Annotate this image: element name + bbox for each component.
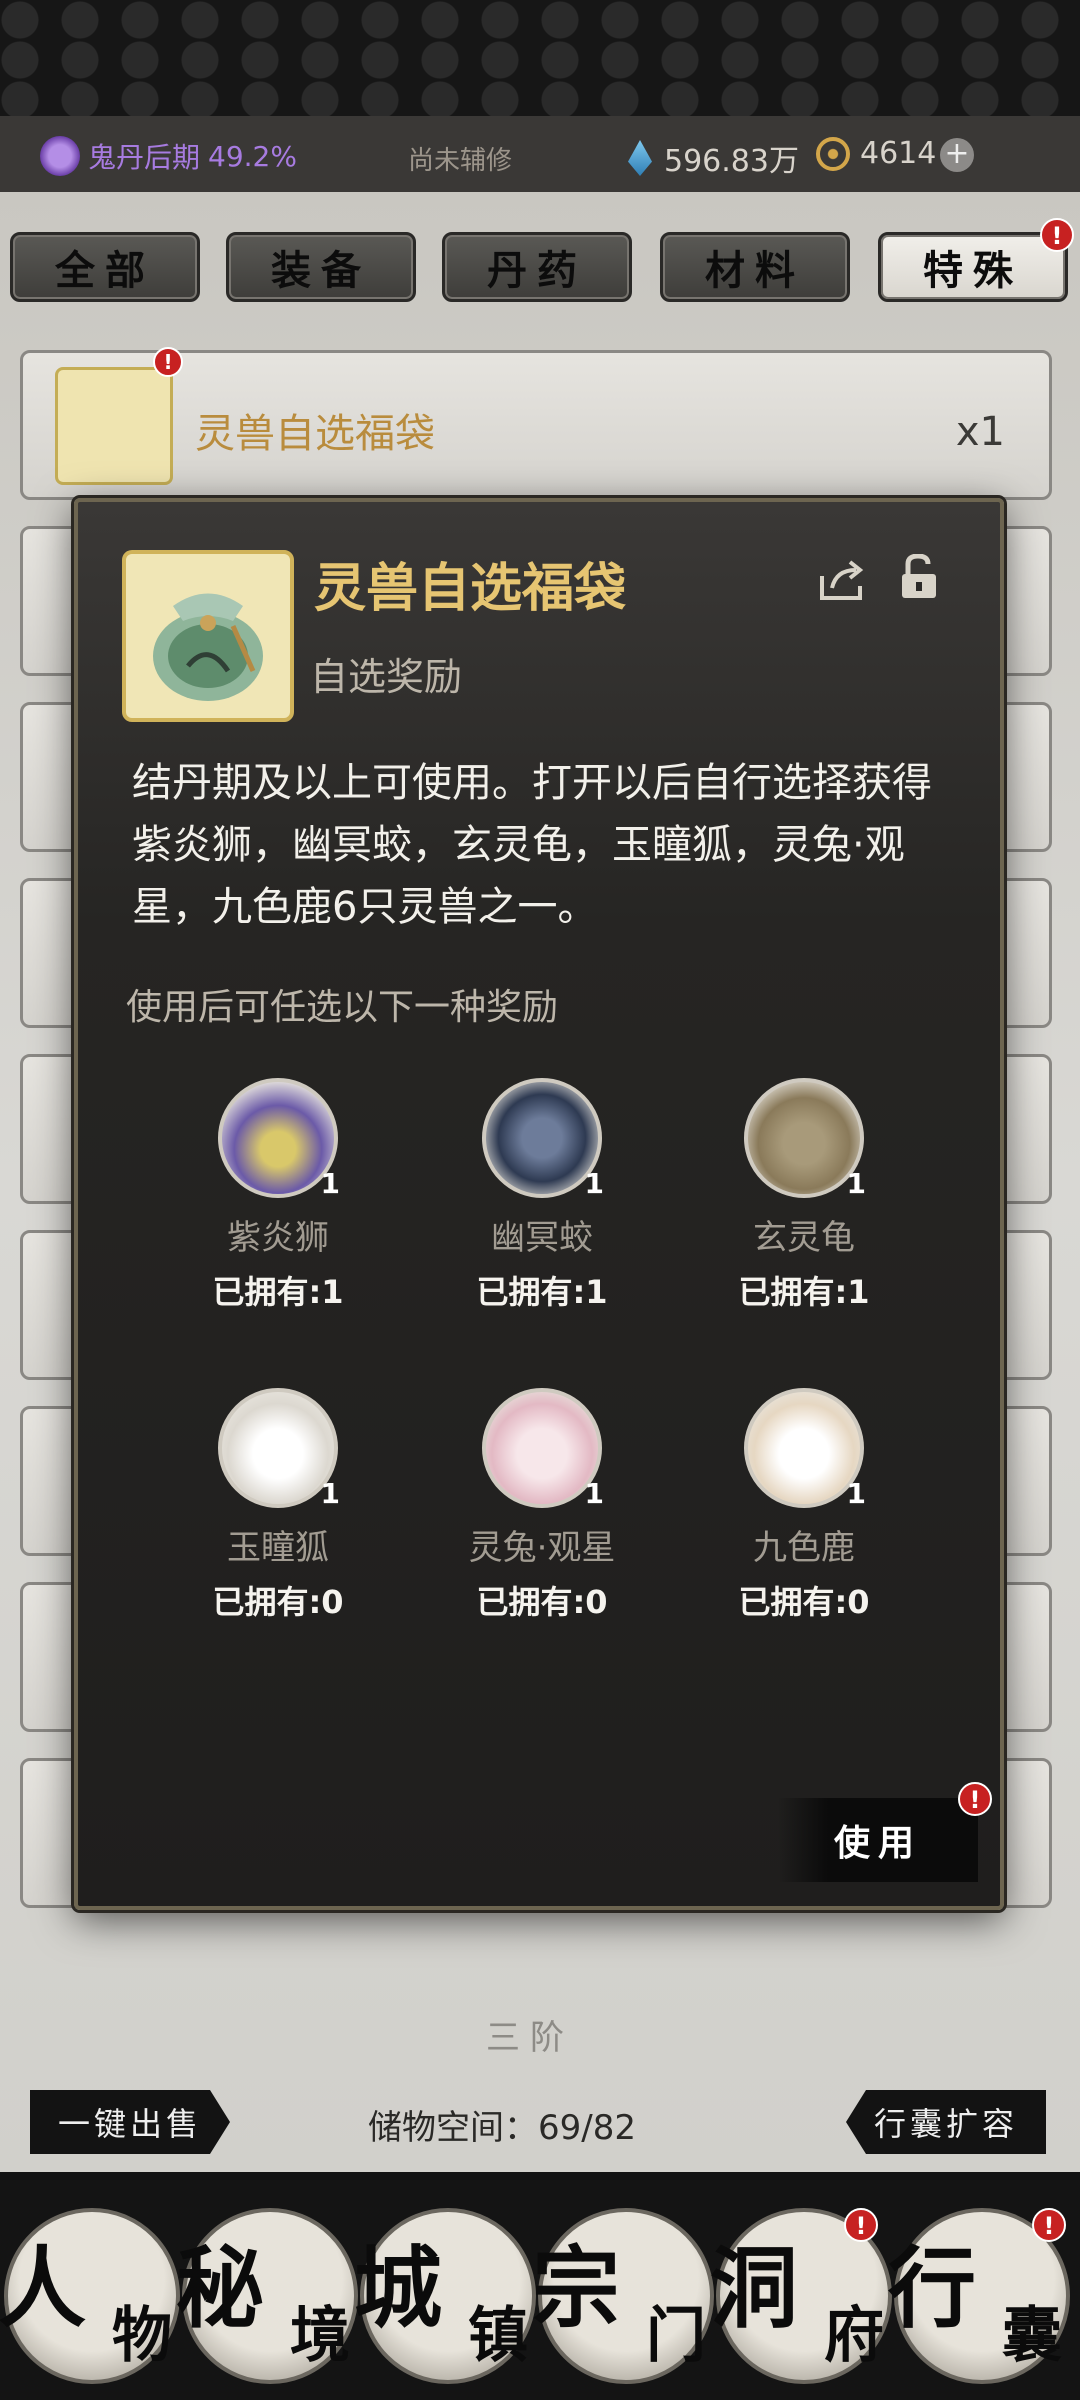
pet-owned: 已拥有:0 (476, 1583, 608, 1621)
lucky-bag-icon (122, 550, 294, 722)
mystic-turtle-avatar: 1 (744, 1078, 866, 1200)
nether-jiao-avatar: 1 (482, 1078, 604, 1200)
tab-special[interactable]: 特殊 (878, 232, 1068, 302)
reward-count: 1 (584, 1167, 604, 1200)
nav-label-main: 行 (888, 2236, 977, 2340)
cultivate-status[interactable]: 尚未辅修 (408, 140, 512, 177)
pet-name: 九色鹿 (753, 1528, 855, 1568)
item-name: 灵兽自选福袋 (195, 411, 435, 457)
nav-label-main: 秘 (176, 2236, 265, 2340)
modal-subtitle: 自选奖励 (310, 655, 463, 699)
tab-pills[interactable]: 丹药 (442, 232, 632, 302)
pet-owned: 已拥有:1 (738, 1273, 870, 1311)
reward-option[interactable]: 1 紫炎狮 已拥有:1 (178, 1078, 378, 1313)
purple-flame-lion-avatar: 1 (218, 1078, 340, 1200)
reward-option[interactable]: 1 九色鹿 已拥有:0 (704, 1388, 904, 1623)
use-alert-badge: ! (958, 1782, 992, 1816)
reward-count: 1 (320, 1477, 340, 1510)
tab-label: 装备 (271, 247, 371, 294)
share-icon[interactable] (818, 558, 868, 602)
item-detail-modal: 灵兽自选福袋 自选奖励 结丹期及以上可使用。打开以后自行选择获得紫炎狮，幽冥蛟，… (74, 498, 1004, 1910)
modal-description: 结丹期及以上可使用。打开以后自行选择获得紫炎狮，幽冥蛟，玄灵龟，玉瞳狐，灵兔·观… (132, 760, 932, 930)
nav-bag[interactable]: 行 囊 ! (888, 2208, 1070, 2384)
nav-label-sub: 囊 (1002, 2301, 1062, 2371)
reward-option[interactable]: 1 灵兔·观星 已拥有:0 (442, 1388, 642, 1623)
nav-label-main: 洞 (710, 2236, 799, 2340)
pet-name: 幽冥蛟 (491, 1218, 593, 1258)
add-currency-button[interactable]: + (940, 138, 974, 172)
pet-owned: 已拥有:1 (212, 1273, 344, 1311)
tab-label: 材料 (705, 247, 805, 294)
pet-owned: 已拥有:0 (212, 1583, 344, 1621)
nine-color-deer-avatar: 1 (744, 1388, 866, 1510)
pet-owned: 已拥有:0 (738, 1583, 870, 1621)
item-thumbnail (55, 367, 173, 485)
category-tabs: 全部 装备 丹药 材料 特殊 ! (10, 218, 1074, 302)
coin-icon (816, 136, 850, 171)
spirit-stone-counter: 596.83万 (628, 136, 799, 180)
expand-bag-button[interactable]: 行囊扩容 (846, 2090, 1046, 2154)
spirit-stone-value: 596.83万 (664, 144, 799, 179)
nav-sect[interactable]: 宗 门 (532, 2208, 714, 2384)
nav-label-main: 人 (0, 2236, 87, 2340)
tab-equipment[interactable]: 装备 (226, 232, 416, 302)
modal-title: 灵兽自选福袋 (314, 559, 627, 619)
realm-progress: 49.2% (208, 139, 297, 173)
lucky-bag-icon-art (153, 593, 263, 701)
realm-info[interactable]: 鬼丹后期 49.2% (40, 136, 297, 176)
pet-name: 灵兔·观星 (468, 1528, 616, 1568)
pet-name: 玉瞳狐 (227, 1528, 329, 1568)
coin-value: 4614 (860, 136, 937, 171)
reward-option[interactable]: 1 幽冥蛟 已拥有:1 (442, 1078, 642, 1313)
nav-label-sub: 门 (646, 2301, 706, 2371)
unlock-icon[interactable] (896, 554, 946, 600)
nav-label-sub: 物 (112, 2301, 172, 2371)
nav-label-main: 城 (354, 2236, 443, 2340)
nav-cave-alert-badge: ! (844, 2208, 878, 2242)
reward-option[interactable]: 1 玄灵龟 已拥有:1 (704, 1078, 904, 1313)
realm-icon (40, 136, 80, 176)
reward-count: 1 (320, 1167, 340, 1200)
pet-name: 玄灵龟 (753, 1218, 855, 1258)
realm-name: 鬼丹后期 (88, 141, 201, 174)
nav-secret-realm[interactable]: 秘 境 (176, 2208, 358, 2384)
spirit-stone-icon (628, 140, 652, 176)
sell-all-button[interactable]: 一键出售 (30, 2090, 230, 2154)
item-quantity: x1 (955, 409, 1005, 455)
nav-label-sub: 府 (824, 2301, 884, 2371)
item-alert-badge: ! (153, 347, 183, 377)
tab-label: 特殊 (923, 247, 1023, 294)
nav-label-main: 宗 (532, 2236, 621, 2340)
nav-bag-alert-badge: ! (1032, 2208, 1066, 2242)
star-rabbit-avatar: 1 (482, 1388, 604, 1510)
list-item[interactable]: 灵兽自选福袋 x1 ! (20, 347, 1052, 500)
tier-divider-label: 三阶 (486, 2018, 574, 2058)
tab-special-alert-badge: ! (1040, 218, 1074, 252)
reward-hint: 使用后可任选以下一种奖励 (126, 987, 559, 1028)
reward-count: 1 (584, 1477, 604, 1510)
reward-count: 1 (846, 1167, 866, 1200)
reward-option[interactable]: 1 玉瞳狐 已拥有:0 (178, 1388, 378, 1623)
pet-name: 紫炎狮 (227, 1218, 329, 1258)
status-bar: 鬼丹后期 49.2% 尚未辅修 596.83万 4614 + (0, 116, 1080, 192)
tab-label: 全部 (55, 247, 155, 294)
bottom-navigation: 人 物 秘 境 城 镇 宗 门 洞 府 ! 行 囊 ! (0, 2180, 1080, 2400)
nav-cave-dwelling[interactable]: 洞 府 ! (710, 2208, 892, 2384)
nav-character[interactable]: 人 物 (0, 2208, 180, 2384)
storage-capacity: 储物空间：69/82 (368, 2108, 636, 2148)
tab-label: 丹药 (487, 247, 587, 294)
tab-materials[interactable]: 材料 (660, 232, 850, 302)
jade-eye-fox-avatar: 1 (218, 1388, 340, 1510)
top-decor-band (0, 0, 1080, 116)
reward-count: 1 (846, 1477, 866, 1510)
use-button[interactable]: 使用 (778, 1798, 978, 1882)
nav-label-sub: 镇 (468, 2301, 528, 2371)
tab-all[interactable]: 全部 (10, 232, 200, 302)
coin-counter: 4614 (816, 136, 936, 171)
pet-owned: 已拥有:1 (476, 1273, 608, 1311)
nav-label-sub: 境 (290, 2301, 350, 2371)
nav-town[interactable]: 城 镇 (354, 2208, 536, 2384)
